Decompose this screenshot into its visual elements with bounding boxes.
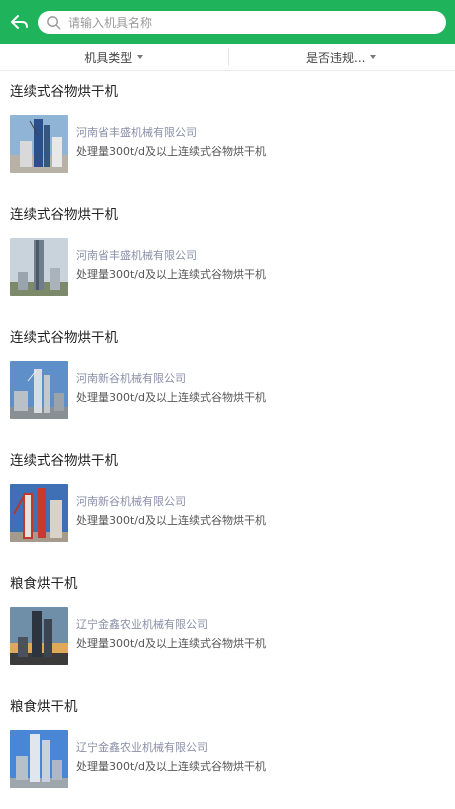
- item-company: 河南新谷机械有限公司: [76, 493, 186, 509]
- list-item[interactable]: 粮食烘干机 辽宁金鑫农业机械有限公司 处理量300t/d及以上连续式谷物烘干机: [0, 686, 455, 809]
- machine-thumbnail: [10, 115, 68, 173]
- item-title: 粮食烘干机: [10, 695, 78, 715]
- machine-list: 连续式谷物烘干机 河南省丰盛机械有限公司 处理量300t/d及以上连续式谷物烘干…: [0, 71, 455, 809]
- machine-thumbnail: [10, 484, 68, 542]
- item-company: 河南省丰盛机械有限公司: [76, 124, 197, 140]
- item-title: 连续式谷物烘干机: [10, 203, 118, 223]
- search-icon: [46, 15, 62, 31]
- filter-violation-dropdown[interactable]: 是否违规...: [228, 44, 455, 70]
- item-company: 辽宁金鑫农业机械有限公司: [76, 616, 208, 632]
- machine-thumbnail: [10, 361, 68, 419]
- list-item[interactable]: 粮食烘干机 辽宁金鑫农业机械有限公司 处理量300t/d及以上连续式谷物烘干机: [0, 563, 455, 686]
- list-item[interactable]: 连续式谷物烘干机 河南新谷机械有限公司 处理量300t/d及以上连续式谷物烘干机: [0, 440, 455, 563]
- search-box[interactable]: [38, 11, 446, 34]
- filter-machine-type-dropdown[interactable]: 机具类型: [0, 44, 228, 70]
- item-title: 连续式谷物烘干机: [10, 326, 118, 346]
- item-description: 处理量300t/d及以上连续式谷物烘干机: [76, 389, 266, 405]
- item-title: 连续式谷物烘干机: [10, 449, 118, 469]
- app-header: [0, 0, 455, 44]
- item-description: 处理量300t/d及以上连续式谷物烘干机: [76, 266, 266, 282]
- chevron-down-icon: [137, 55, 143, 59]
- item-company: 辽宁金鑫农业机械有限公司: [76, 739, 208, 755]
- item-description: 处理量300t/d及以上连续式谷物烘干机: [76, 512, 266, 528]
- list-item[interactable]: 连续式谷物烘干机 河南省丰盛机械有限公司 处理量300t/d及以上连续式谷物烘干…: [0, 194, 455, 317]
- machine-thumbnail: [10, 238, 68, 296]
- item-description: 处理量300t/d及以上连续式谷物烘干机: [76, 635, 266, 651]
- item-description: 处理量300t/d及以上连续式谷物烘干机: [76, 758, 266, 774]
- back-arrow-icon: [10, 14, 30, 30]
- list-item[interactable]: 连续式谷物烘干机 河南新谷机械有限公司 处理量300t/d及以上连续式谷物烘干机: [0, 317, 455, 440]
- item-company: 河南新谷机械有限公司: [76, 370, 186, 386]
- list-item[interactable]: 连续式谷物烘干机 河南省丰盛机械有限公司 处理量300t/d及以上连续式谷物烘干…: [0, 71, 455, 194]
- filter-machine-type-label: 机具类型: [84, 49, 132, 66]
- filter-violation-label: 是否违规...: [306, 49, 365, 66]
- item-description: 处理量300t/d及以上连续式谷物烘干机: [76, 143, 266, 159]
- machine-thumbnail: [10, 730, 68, 788]
- back-button[interactable]: [6, 8, 34, 36]
- filter-bar: 机具类型 是否违规...: [0, 44, 455, 71]
- chevron-down-icon: [370, 55, 376, 59]
- item-title: 粮食烘干机: [10, 572, 78, 592]
- item-company: 河南省丰盛机械有限公司: [76, 247, 197, 263]
- search-input[interactable]: [68, 16, 388, 30]
- item-title: 连续式谷物烘干机: [10, 80, 118, 100]
- machine-thumbnail: [10, 607, 68, 665]
